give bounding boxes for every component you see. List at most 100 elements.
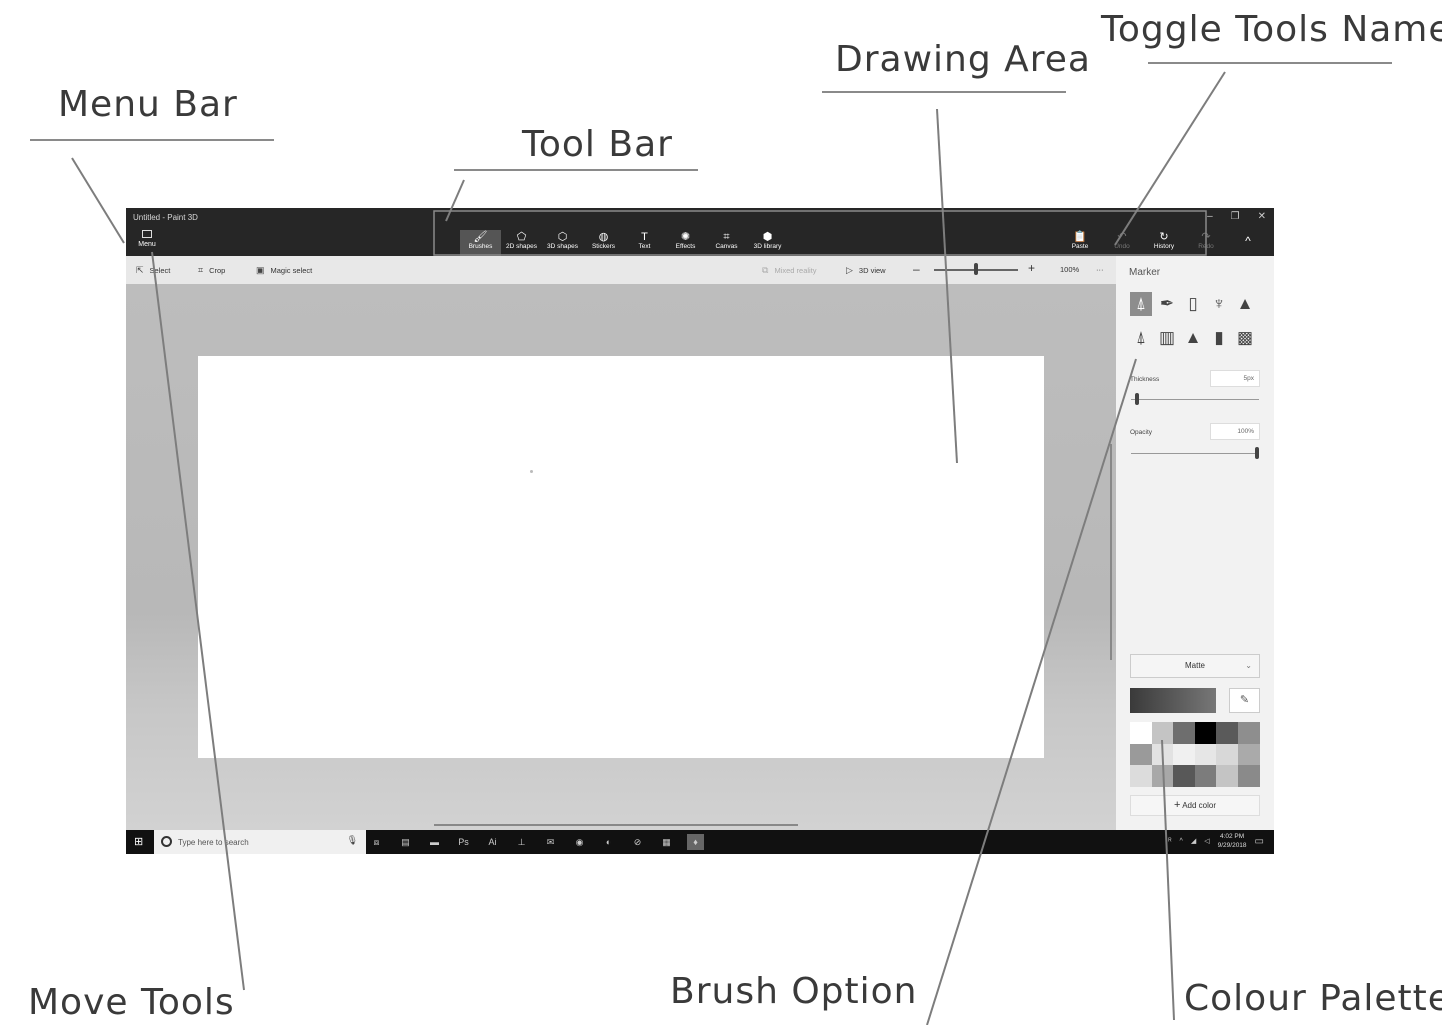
mixed-reality-button[interactable]: ⧉ Mixed reality [762,265,817,276]
marker-icon[interactable]: ⍋ [1130,292,1152,316]
opacity-slider[interactable] [1131,453,1259,454]
clock[interactable]: 4:02 PM 9/29/2018 [1218,832,1247,850]
canvas-icon: ⌗ [723,231,730,243]
color-swatch[interactable] [1151,722,1174,744]
color-swatch[interactable] [1237,765,1260,787]
calligraphy-pen-icon[interactable]: ✒ [1156,292,1178,316]
tool-effects[interactable]: ✺ Effects [665,230,706,256]
redo-button[interactable]: ↷ Redo [1192,230,1220,256]
tool-canvas[interactable]: ⌗ Canvas [706,230,747,256]
chrome-icon[interactable]: ◉ [571,834,588,850]
crayon-icon[interactable]: ▲ [1182,326,1204,350]
tool-brushes[interactable]: 🖌 Brushes [460,230,501,256]
fill-icon[interactable]: ▩ [1234,326,1256,350]
people-icon[interactable]: ᴿ [1168,838,1171,845]
menu-button[interactable]: Menu [134,230,160,254]
text-icon: T [641,231,648,243]
opacity-slider-thumb[interactable] [1255,447,1259,459]
tool-label: 3D library [753,243,782,250]
add-color-button[interactable]: + Add color [1130,795,1260,816]
undo-button[interactable]: ↶ Undo [1108,230,1136,256]
paint-3d-taskbar-icon[interactable]: ♦ [687,834,704,850]
current-color[interactable] [1130,688,1216,713]
color-swatch[interactable] [1173,743,1195,766]
annotation-menu-bar: Menu Bar [58,84,238,125]
tool-stickers[interactable]: ◍ Stickers [583,230,624,256]
color-swatch[interactable] [1173,722,1195,744]
color-swatch[interactable] [1151,743,1174,766]
photoshop-icon[interactable]: Ps [455,834,472,850]
paste-button[interactable]: 📋 Paste [1066,230,1094,256]
vertical-scrollbar[interactable] [1110,444,1112,660]
color-swatch[interactable] [1216,722,1238,744]
eraser-icon[interactable]: ▥ [1156,326,1178,350]
tool-3d-library[interactable]: ⬢ 3D library [747,230,788,256]
zoom-in-button[interactable]: + [1028,261,1035,275]
minimize-button[interactable]: – [1207,211,1213,222]
color-swatch[interactable] [1194,722,1217,744]
history-button[interactable]: ↻ History [1150,230,1178,256]
zoom-out-button[interactable]: – [913,262,920,276]
taskbar-search[interactable]: Type here to search 🎙 [154,830,366,854]
magic-select-tool[interactable]: ▣ Magic select [256,265,312,276]
colour-palette [1130,722,1260,787]
illustrator-icon[interactable]: Ai [484,834,501,850]
tool-label: Effects [675,243,696,250]
app-icon[interactable]: ◐ [600,834,617,850]
finish-dropdown[interactable]: Matte ⌄ [1130,654,1260,678]
tool-label: Text [638,243,651,250]
app-icon[interactable]: ⊥ [513,834,530,850]
tool-3d-shapes[interactable]: ⬡ 3D shapes [542,230,583,256]
app-icon[interactable]: ▦ [658,834,675,850]
windows-start-icon[interactable]: ⊞ [134,835,143,848]
color-swatch[interactable] [1194,743,1217,766]
oil-brush-icon[interactable]: ▯ [1182,292,1204,316]
volume-icon[interactable]: ◁ [1204,837,1209,845]
pencil-icon[interactable]: ⍋ [1130,326,1152,350]
crop-tool[interactable]: ⌗ Crop [198,265,225,276]
network-icon[interactable]: ◢ [1191,837,1196,845]
tool-2d-shapes[interactable]: ⬠ 2D shapes [501,230,542,256]
drawing-canvas[interactable] [198,356,1044,758]
color-swatch[interactable] [1194,765,1217,787]
color-swatch[interactable] [1216,743,1238,766]
opacity-input[interactable]: 100% [1210,423,1260,440]
taskbar: ⊞ Type here to search 🎙 ⧈ ▤ ▬ Ps Ai ⊥ ✉ … [126,830,1274,854]
select-tool[interactable]: ⇱ Select [136,265,170,276]
zoom-slider-thumb[interactable] [974,263,978,275]
color-swatch[interactable] [1216,765,1238,787]
mail-icon[interactable]: ✉ [542,834,559,850]
cursor-icon: ⇱ [136,265,144,275]
color-swatch[interactable] [1237,722,1260,744]
notifications-icon[interactable]: ▭ [1255,836,1264,847]
menu-icon [142,230,152,238]
color-swatch[interactable] [1130,743,1152,766]
collapse-toolbar-button[interactable]: ^ [1234,230,1262,256]
more-options-button[interactable]: ··· [1096,265,1104,274]
color-swatch[interactable] [1173,765,1195,787]
horizontal-scrollbar[interactable] [434,824,798,826]
color-swatch[interactable] [1130,722,1152,744]
app-icon[interactable]: ▤ [397,834,414,850]
tool-text[interactable]: T Text [624,230,665,256]
thickness-input[interactable]: 5px [1210,370,1260,387]
eyedropper-button[interactable]: ✎ [1229,688,1260,713]
mixed-reality-icon: ⧉ [762,265,769,275]
spray-can-icon[interactable]: ▮ [1208,326,1230,350]
app-icon[interactable]: ⊘ [629,834,646,850]
3d-view-button[interactable]: ▷ 3D view [846,265,886,276]
microphone-icon[interactable]: 🎙 [347,835,358,846]
file-explorer-icon[interactable]: ▬ [426,834,443,850]
task-view-icon[interactable]: ⧈ [368,834,385,850]
color-swatch[interactable] [1237,743,1260,766]
eyedropper-icon: ✎ [1239,694,1250,706]
restore-button[interactable]: ❐ [1231,211,1240,222]
close-button[interactable]: ✕ [1258,211,1266,222]
thickness-slider[interactable] [1131,399,1259,400]
watercolor-icon[interactable]: ♆ [1208,292,1230,316]
pixel-pen-icon[interactable]: ▲ [1234,292,1256,316]
chevron-up-icon[interactable]: ^ [1180,838,1183,845]
color-swatch[interactable] [1130,765,1152,787]
thickness-slider-thumb[interactable] [1135,393,1139,405]
color-swatch[interactable] [1151,765,1174,787]
